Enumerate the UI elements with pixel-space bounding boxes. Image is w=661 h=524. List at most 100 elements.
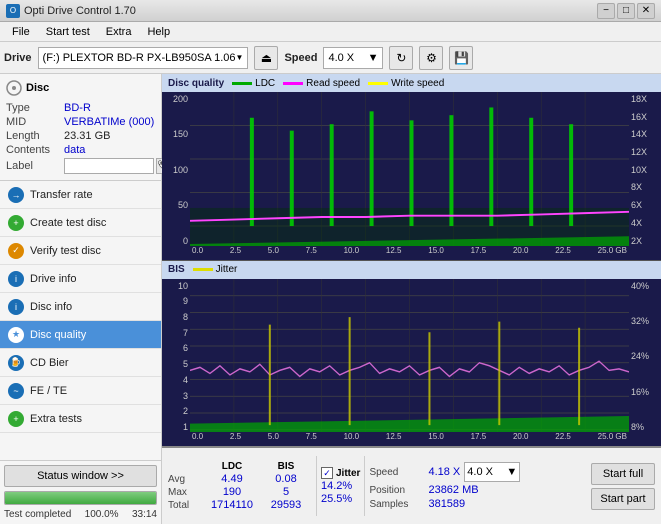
minimize-button[interactable]: −: [597, 3, 615, 19]
transfer-rate-icon: →: [8, 187, 24, 203]
start-full-button[interactable]: Start full: [591, 463, 655, 485]
menubar: File Start test Extra Help: [0, 22, 661, 42]
status-time: 33:14: [132, 509, 157, 520]
chart2-svg: [190, 279, 629, 447]
position-val: 23862 MB: [428, 484, 478, 496]
maximize-button[interactable]: □: [617, 3, 635, 19]
status-section: Status window >> Test completed 100.0% 3…: [0, 460, 161, 524]
type-value: BD-R: [64, 102, 91, 114]
ldc-header: LDC: [206, 461, 258, 472]
label-key: Label: [6, 160, 64, 172]
total-label: Total: [168, 500, 204, 511]
contents-key: Contents: [6, 144, 64, 156]
type-key: Type: [6, 102, 64, 114]
chart2-body: 10 9 8 7 6 5 4 3 2 1: [162, 279, 661, 447]
progress-fill: [5, 492, 156, 504]
bis-header: BIS: [260, 461, 312, 472]
sidebar-item-fe-te[interactable]: ~ FE / TE: [0, 377, 161, 405]
position-key: Position: [369, 485, 424, 496]
stats-speed: Speed 4.18 X 4.0 X ▼ Position 23862 MB S…: [369, 462, 583, 510]
status-window-button[interactable]: Status window >>: [4, 465, 157, 487]
start-part-button[interactable]: Start part: [591, 488, 655, 510]
speed-selector[interactable]: 4.0 X ▼: [323, 47, 383, 69]
settings-button[interactable]: ⚙: [419, 46, 443, 70]
toolbar: Drive (F:) PLEXTOR BD-R PX-LB950SA 1.06 …: [0, 42, 661, 74]
disc-panel: Disc Type BD-R MID VERBATIMe (000) Lengt…: [0, 74, 161, 181]
sidebar-item-drive-info[interactable]: i Drive info: [0, 265, 161, 293]
speed-select[interactable]: 4.0 X ▼: [464, 462, 520, 482]
close-button[interactable]: ✕: [637, 3, 655, 19]
total-ldc: 1714110: [206, 499, 258, 511]
divider1: [316, 456, 317, 516]
mid-key: MID: [6, 116, 64, 128]
drive-selector[interactable]: (F:) PLEXTOR BD-R PX-LB950SA 1.06 ▼: [38, 47, 249, 69]
sidebar-item-transfer-rate[interactable]: → Transfer rate: [0, 181, 161, 209]
main-content: Disc Type BD-R MID VERBATIMe (000) Lengt…: [0, 74, 661, 524]
chart2-title: BIS: [168, 264, 185, 275]
app-title: Opti Drive Control 1.70: [24, 5, 136, 17]
disc-title: Disc: [26, 82, 49, 94]
speed-val: 4.18 X: [428, 466, 460, 478]
max-bis: 5: [260, 486, 312, 498]
start-buttons: Start full Start part: [591, 463, 655, 510]
refresh-button[interactable]: ↻: [389, 46, 413, 70]
nav-items: → Transfer rate + Create test disc ✓ Ver…: [0, 181, 161, 460]
max-ldc: 190: [206, 486, 258, 498]
stats-ldc-bis: LDC BIS Avg 4.49 0.08 Max 190 5 Total 17…: [168, 461, 312, 511]
disc-info-icon: i: [8, 299, 24, 315]
sidebar-item-disc-info[interactable]: i Disc info: [0, 293, 161, 321]
chart1-legend-write: Write speed: [368, 78, 444, 89]
disc-details: Type BD-R MID VERBATIMe (000) Length 23.…: [6, 102, 155, 174]
chart2-header: BIS Jitter: [162, 261, 661, 279]
menu-help[interactable]: Help: [139, 24, 178, 40]
titlebar: O Opti Drive Control 1.70 − □ ✕: [0, 0, 661, 22]
sidebar: Disc Type BD-R MID VERBATIMe (000) Lengt…: [0, 74, 162, 524]
menu-file[interactable]: File: [4, 24, 38, 40]
menu-start-test[interactable]: Start test: [38, 24, 98, 40]
avg-ldc: 4.49: [206, 473, 258, 485]
chart1-body: 200 150 100 50 0: [162, 92, 661, 260]
sidebar-item-verify-test-disc[interactable]: ✓ Verify test disc: [0, 237, 161, 265]
samples-key: Samples: [369, 499, 424, 510]
fe-te-icon: ~: [8, 383, 24, 399]
avg-bis: 0.08: [260, 473, 312, 485]
speed-key: Speed: [369, 467, 424, 478]
length-key: Length: [6, 130, 64, 142]
sidebar-item-create-test-disc[interactable]: + Create test disc: [0, 209, 161, 237]
save-button[interactable]: 💾: [449, 46, 473, 70]
chart1-title: Disc quality: [168, 78, 224, 89]
window-controls: − □ ✕: [597, 3, 655, 19]
jitter-header: Jitter: [336, 468, 360, 479]
status-progress: 100.0%: [85, 509, 119, 520]
cd-bier-icon: 🍺: [8, 355, 24, 371]
app-icon: O: [6, 4, 20, 18]
stats-jitter: ✓ Jitter 14.2% 25.5%: [321, 467, 360, 505]
avg-jitter: 14.2%: [321, 480, 352, 492]
chart1-legend-read: Read speed: [283, 78, 360, 89]
chart1-header: Disc quality LDC Read speed Write speed: [162, 74, 661, 92]
total-bis: 29593: [260, 499, 312, 511]
sidebar-item-disc-quality[interactable]: ★ Disc quality: [0, 321, 161, 349]
mid-value: VERBATIMe (000): [64, 116, 154, 128]
chart2-legend-jitter: Jitter: [193, 264, 238, 275]
extra-tests-icon: +: [8, 411, 24, 427]
sidebar-item-cd-bier[interactable]: 🍺 CD Bier: [0, 349, 161, 377]
create-test-disc-icon: +: [8, 215, 24, 231]
label-input[interactable]: [64, 158, 154, 174]
drive-label: Drive: [4, 52, 32, 64]
disc-icon: [6, 80, 22, 96]
eject-button[interactable]: ⏏: [254, 46, 278, 70]
menu-extra[interactable]: Extra: [98, 24, 140, 40]
sidebar-item-extra-tests[interactable]: + Extra tests: [0, 405, 161, 433]
max-label: Max: [168, 487, 204, 498]
samples-val: 381589: [428, 498, 465, 510]
disc-quality-icon: ★: [8, 327, 24, 343]
status-completed: Test completed: [4, 509, 71, 520]
drive-dropdown-arrow: ▼: [236, 53, 244, 62]
length-value: 23.31 GB: [64, 130, 110, 142]
jitter-checkbox[interactable]: ✓: [321, 467, 333, 479]
progress-bar: [4, 491, 157, 505]
verify-test-disc-icon: ✓: [8, 243, 24, 259]
max-jitter: 25.5%: [321, 493, 352, 505]
avg-label: Avg: [168, 474, 204, 485]
